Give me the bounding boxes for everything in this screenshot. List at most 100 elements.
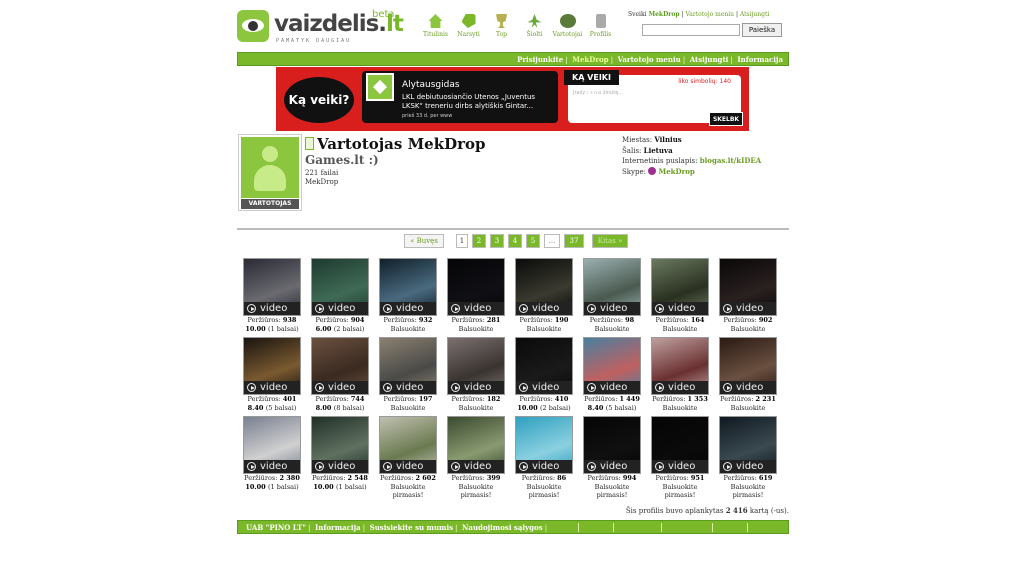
video-item[interactable]: video Peržiūros: 2 548 10.00 (1 balsai)	[311, 416, 369, 495]
video-item[interactable]: video Peržiūros: 932 Balsuokite	[379, 258, 437, 337]
nav-home[interactable]: Titulinis	[419, 14, 452, 38]
video-item[interactable]: video Peržiūros: 1 353 Balsuokite	[651, 337, 709, 416]
video-stats: Peržiūros: 994 Balsuokite pirmasis!	[579, 474, 645, 500]
video-thumbnail[interactable]: video	[583, 416, 641, 474]
video-item[interactable]: video Peržiūros: 281 Balsuokite	[447, 258, 505, 337]
video-item[interactable]: video Peržiūros: 994 Balsuokite pirmasis!	[583, 416, 641, 499]
news-item[interactable]: Alytausgidas LKL debiutuosiančio Utenos …	[362, 71, 558, 123]
video-thumbnail[interactable]: video	[583, 337, 641, 395]
video-thumbnail[interactable]: video	[379, 258, 437, 316]
video-stats: Peržiūros: 744 8.00 (8 balsai)	[307, 395, 373, 412]
search-button[interactable]: Paieška	[742, 23, 782, 37]
video-item[interactable]: video Peržiūros: 744 8.00 (8 balsai)	[311, 337, 369, 416]
footer-info-link[interactable]: Informacija	[315, 523, 361, 532]
play-icon	[655, 383, 664, 392]
video-item[interactable]: video Peržiūros: 902 Balsuokite	[719, 258, 777, 337]
video-item[interactable]: video Peržiūros: 182 Balsuokite	[447, 337, 505, 416]
rating-line: 6.00 (2 balsai)	[315, 324, 365, 333]
page-link[interactable]: 5	[526, 234, 540, 248]
website-link[interactable]: blogas.lt/kIDEA	[700, 156, 761, 165]
video-thumbnail[interactable]: video	[311, 416, 369, 474]
video-thumbnail[interactable]: video	[515, 258, 573, 316]
video-thumbnail[interactable]: video	[651, 337, 709, 395]
login-link[interactable]: Prisijunkite	[517, 55, 563, 64]
beta-label: beta	[372, 9, 395, 20]
prev-page-button[interactable]: « Buvęs	[404, 234, 444, 248]
video-item[interactable]: video Peržiūros: 2 602 Balsuokite pirmasis!	[379, 416, 437, 499]
video-item[interactable]: video Peržiūros: 98 Balsuokite	[583, 258, 641, 337]
rating-line: Balsuokite	[526, 482, 562, 491]
video-item[interactable]: video Peržiūros: 938 10.00 (1 balsai)	[243, 258, 301, 337]
ka-veiki-bubble: Ką veiki?	[284, 77, 354, 123]
play-icon	[723, 462, 732, 471]
video-item[interactable]: video Peržiūros: 190 Balsuokite	[515, 258, 573, 337]
video-thumbnail[interactable]: video	[515, 416, 573, 474]
status-banner: Ką veiki? Alytausgidas LKL debiutuosianč…	[276, 67, 749, 131]
video-thumbnail[interactable]: video	[719, 258, 777, 316]
rating-line: Balsuokite	[662, 324, 698, 333]
video-item[interactable]: video Peržiūros: 904 6.00 (2 balsai)	[311, 258, 369, 337]
last-page-link[interactable]: 37	[564, 234, 584, 248]
video-thumbnail[interactable]: video	[379, 337, 437, 395]
video-thumbnail[interactable]: video	[719, 416, 777, 474]
video-thumbnail[interactable]: video	[447, 337, 505, 395]
video-item[interactable]: video Peržiūros: 197 Balsuokite	[379, 337, 437, 416]
site-logo[interactable]: vaizdelis.lt beta PAMATYK DAUGIAU	[237, 9, 407, 48]
video-item[interactable]: video Peržiūros: 401 8.40 (5 balsai)	[243, 337, 301, 416]
logout-link[interactable]: Atsijungti	[690, 55, 729, 64]
video-thumbnail[interactable]: video	[243, 416, 301, 474]
video-thumbnail[interactable]: video	[311, 337, 369, 395]
video-thumbnail[interactable]: video	[379, 416, 437, 474]
current-user-link[interactable]: MekDrop	[572, 55, 608, 64]
video-thumbnail[interactable]: video	[243, 337, 301, 395]
video-stats: Peržiūros: 1 449 8.40 (5 balsai)	[579, 395, 645, 412]
rating-line: Balsuokite	[390, 324, 426, 333]
user-menu-link[interactable]: Vartotojo meniu	[685, 11, 734, 18]
info-link[interactable]: Informacija	[737, 55, 783, 64]
video-stats: Peržiūros: 2 380 10.00 (1 balsai)	[239, 474, 305, 491]
video-thumbnail[interactable]: video	[243, 258, 301, 316]
video-item[interactable]: video Peržiūros: 2 231 Balsuokite	[719, 337, 777, 416]
page-link[interactable]: 2	[472, 234, 486, 248]
video-item[interactable]: video Peržiūros: 399 Balsuokite pirmasis!	[447, 416, 505, 499]
search-input[interactable]	[642, 24, 740, 36]
video-item[interactable]: video Peržiūros: 951 Balsuokite pirmasis!	[651, 416, 709, 499]
page-link[interactable]: 4	[508, 234, 522, 248]
nav-users[interactable]: Vartotojai	[551, 14, 584, 38]
logout-link[interactable]: Atsijungti	[740, 11, 769, 18]
video-item[interactable]: video Peržiūros: 86 Balsuokite pirmasis!	[515, 416, 573, 499]
video-thumbnail[interactable]: video	[651, 416, 709, 474]
contact-link[interactable]: Susisiekite su mumis	[370, 523, 453, 532]
footer-separator	[661, 523, 662, 532]
video-item[interactable]: video Peržiūros: 619 Balsuokite pirmasis!	[719, 416, 777, 499]
next-page-button[interactable]: Kitas »	[592, 234, 628, 248]
video-thumbnail[interactable]: video	[719, 337, 777, 395]
video-item[interactable]: video Peržiūros: 410 10.00 (2 balsai)	[515, 337, 573, 416]
nav-hot[interactable]: Šiolti	[518, 14, 551, 38]
files-count: 221 failai	[305, 169, 339, 177]
video-item[interactable]: video Peržiūros: 1 449 8.40 (5 balsai)	[583, 337, 641, 416]
video-thumbnail[interactable]: video	[651, 258, 709, 316]
terms-link[interactable]: Naudojimosi sąlygos	[462, 523, 543, 532]
video-thumbnail[interactable]: video	[447, 258, 505, 316]
video-thumbnail[interactable]: video	[515, 337, 573, 395]
view-count: 98	[625, 316, 635, 324]
user-menu-link[interactable]: Vartotojo meniu	[618, 55, 681, 64]
play-icon	[519, 304, 528, 313]
nav-top[interactable]: Top	[485, 14, 518, 38]
video-item[interactable]: video Peržiūros: 2 380 10.00 (1 balsai)	[243, 416, 301, 495]
user-link[interactable]: MekDrop	[648, 11, 679, 18]
nav-profile[interactable]: Profilis	[584, 14, 617, 38]
top-nav: Titulinis Narsyti Top Šiolti Vartotojai …	[419, 14, 617, 38]
video-thumbnail[interactable]: video	[583, 258, 641, 316]
video-stats: Peržiūros: 190 Balsuokite	[511, 316, 577, 333]
company-link[interactable]: UAB "PINO LT"	[246, 523, 306, 532]
rating-line: 8.40 (5 balsai)	[587, 403, 637, 412]
video-thumbnail[interactable]: video	[447, 416, 505, 474]
skype-link[interactable]: MekDrop	[658, 167, 694, 176]
nav-browse[interactable]: Narsyti	[452, 14, 485, 38]
post-status-button[interactable]: SKELBK	[709, 112, 743, 126]
video-thumbnail[interactable]: video	[311, 258, 369, 316]
video-item[interactable]: video Peržiūros: 164 Balsuokite	[651, 258, 709, 337]
page-link[interactable]: 3	[490, 234, 504, 248]
